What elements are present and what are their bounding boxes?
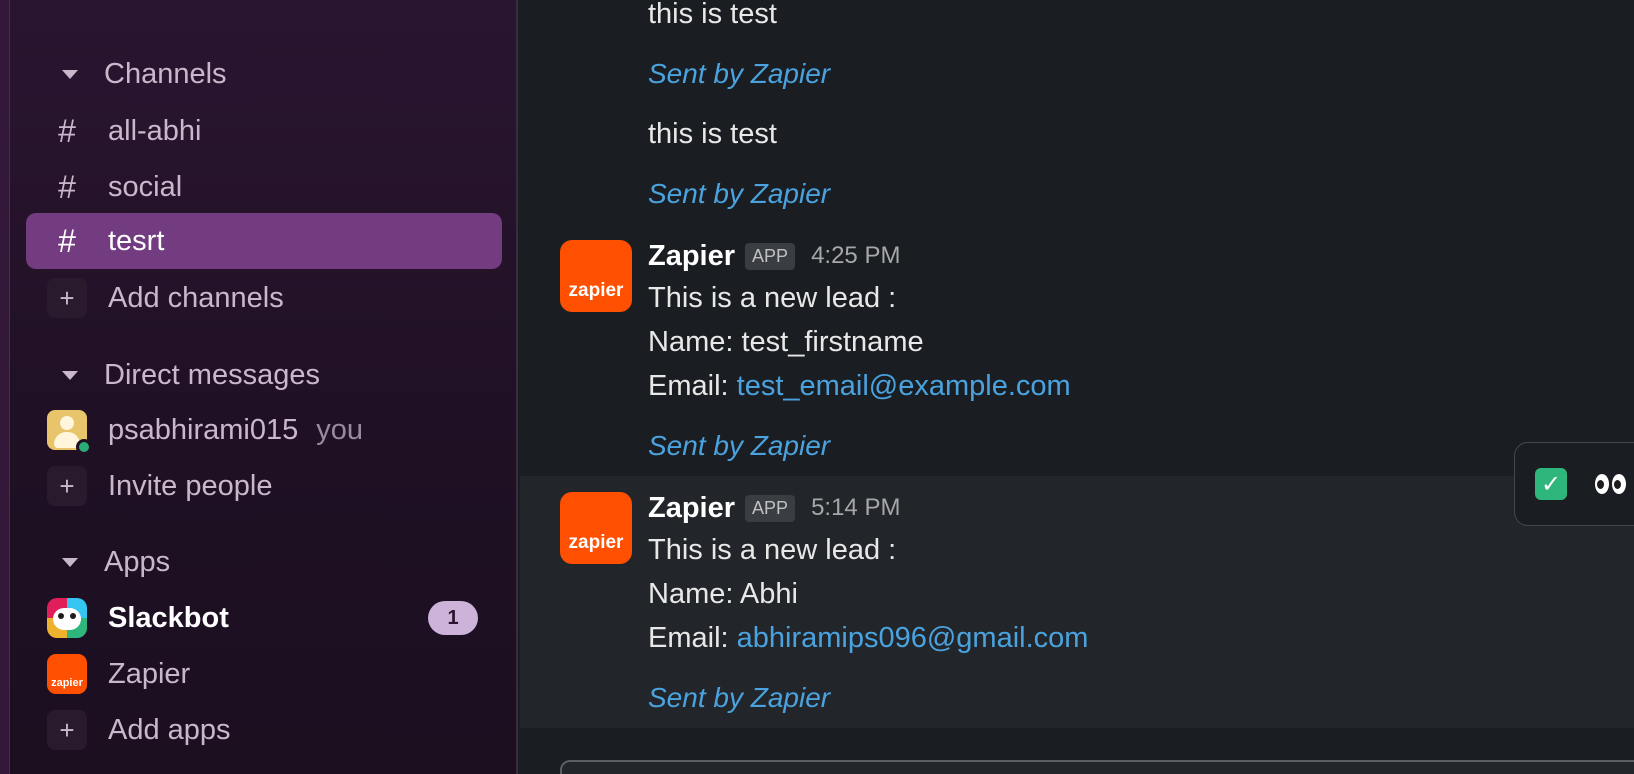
unread-badge: 1 xyxy=(428,601,478,635)
sidebar-item-zapier[interactable]: zapier Zapier xyxy=(26,646,502,702)
message-actions-toolbar: ✓ xyxy=(1514,442,1634,526)
message-header: Zapier APP 4:25 PM xyxy=(648,238,900,274)
sent-by-footer: Sent by Zapier xyxy=(648,430,831,461)
message-header: Zapier APP 5:14 PM xyxy=(648,490,900,526)
hash-icon: # xyxy=(58,222,76,259)
sent-by-footer: Sent by Zapier xyxy=(648,58,831,89)
message-text: this is test xyxy=(648,0,777,30)
slackbot-icon xyxy=(47,598,87,638)
user-avatar xyxy=(47,410,92,455)
email-label: Email: xyxy=(648,622,737,654)
sidebar-item-slackbot[interactable]: Slackbot 1 xyxy=(26,590,502,646)
sender-name[interactable]: Zapier xyxy=(648,492,735,525)
message-pane: this is test Sent by Zapier this is test… xyxy=(520,0,1634,774)
caret-down-icon xyxy=(62,370,78,380)
plus-icon: + xyxy=(47,466,87,506)
apps-section-header[interactable]: Apps xyxy=(50,542,170,582)
message-line: This is a new lead : xyxy=(648,282,897,314)
message-text: this is test xyxy=(648,118,777,150)
channel-label: social xyxy=(108,170,183,203)
hash-icon: # xyxy=(58,168,76,205)
dm-header-label: Direct messages xyxy=(104,358,320,391)
add-apps-button[interactable]: + Add apps xyxy=(26,702,502,758)
message-email-line: Email: abhiramips096@gmail.com xyxy=(648,622,1088,655)
online-status-icon xyxy=(76,439,92,455)
channels-section-header[interactable]: Channels xyxy=(50,54,227,94)
timestamp[interactable]: 5:14 PM xyxy=(811,494,900,522)
add-channels-button[interactable]: + Add channels xyxy=(26,270,502,326)
zapier-avatar[interactable]: zapier xyxy=(560,240,632,312)
sent-by-footer: Sent by Zapier xyxy=(648,682,831,713)
apps-header-label: Apps xyxy=(104,545,171,578)
sent-by-footer: Sent by Zapier xyxy=(648,178,831,209)
slackbot-label: Slackbot xyxy=(108,601,229,634)
invite-people-button[interactable]: + Invite people xyxy=(26,458,502,514)
email-link[interactable]: test_email@example.com xyxy=(737,370,1071,402)
channel-label: tesrt xyxy=(108,224,165,257)
plus-icon: + xyxy=(47,278,87,318)
sidebar: Channels # all-abhi # social # tesrt + A… xyxy=(0,0,518,774)
channel-label: all-abhi xyxy=(108,114,202,147)
sidebar-item-social[interactable]: # social xyxy=(26,159,502,215)
zapier-icon: zapier xyxy=(47,654,87,694)
sidebar-item-tesrt[interactable]: # tesrt xyxy=(26,213,502,269)
add-channels-label: Add channels xyxy=(108,281,284,314)
sender-name[interactable]: Zapier xyxy=(648,240,735,273)
hash-icon: # xyxy=(58,112,76,149)
email-label: Email: xyxy=(648,370,737,402)
invite-people-label: Invite people xyxy=(108,469,273,502)
email-link[interactable]: abhiramips096@gmail.com xyxy=(737,622,1089,654)
timestamp[interactable]: 4:25 PM xyxy=(811,242,900,270)
message-email-line: Email: test_email@example.com xyxy=(648,370,1071,403)
white-check-mark-icon[interactable]: ✓ xyxy=(1535,468,1567,500)
channels-header-label: Channels xyxy=(104,57,227,90)
zapier-label: Zapier xyxy=(108,657,191,690)
app-tag: APP xyxy=(745,242,796,270)
add-apps-label: Add apps xyxy=(108,713,231,746)
message-composer[interactable] xyxy=(560,760,1634,774)
caret-down-icon xyxy=(62,69,78,79)
message-line: Name: test_firstname xyxy=(648,326,924,358)
caret-down-icon xyxy=(62,557,78,567)
dm-user-label: psabhirami015 xyxy=(108,413,299,446)
workspace-rail xyxy=(0,0,10,774)
message-line: Name: Abhi xyxy=(648,578,798,610)
app-tag: APP xyxy=(745,494,796,522)
sidebar-item-dm-self[interactable]: psabhirami015 you xyxy=(26,402,502,458)
eyes-icon[interactable] xyxy=(1595,474,1626,494)
message-line: This is a new lead : xyxy=(648,534,897,566)
zapier-avatar[interactable]: zapier xyxy=(560,492,632,564)
you-label: you xyxy=(316,413,363,446)
sidebar-item-all-abhi[interactable]: # all-abhi xyxy=(26,103,502,159)
direct-messages-section-header[interactable]: Direct messages xyxy=(50,355,320,395)
plus-icon: + xyxy=(47,710,87,750)
